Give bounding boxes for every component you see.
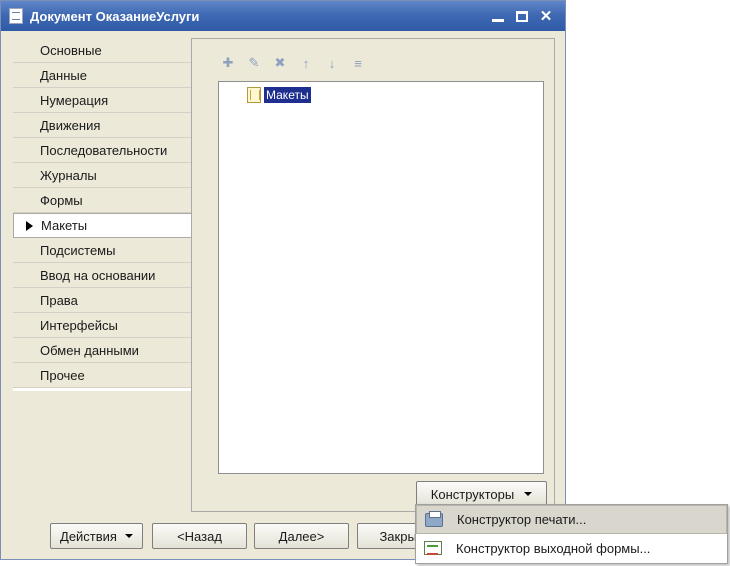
nav-item[interactable]: Данные: [13, 63, 193, 88]
back-button[interactable]: <Назад: [152, 523, 247, 549]
nav-item-label: Данные: [40, 67, 87, 83]
current-item-arrow-icon: [26, 221, 33, 231]
delete-icon: ✖: [274, 55, 286, 70]
nav-item[interactable]: Нумерация: [13, 88, 193, 113]
document-window: Документ ОказаниеУслуги ✕ Основные Данные…: [0, 0, 566, 560]
nav-item[interactable]: Прочее: [13, 363, 193, 388]
chevron-down-icon: [524, 492, 533, 496]
window-body: Основные Данные Нумерация Движения Последова…: [4, 31, 562, 556]
menu-item[interactable]: Конструктор выходной формы...: [416, 534, 727, 563]
minimize-button[interactable]: [487, 5, 509, 27]
window-title: Документ ОказаниеУслуги: [30, 8, 200, 24]
edit-button[interactable]: ✎: [244, 53, 264, 73]
chevron-down-icon: [124, 534, 133, 538]
edit-icon: ✎: [248, 55, 260, 70]
menu-item-label: Конструктор печати...: [457, 512, 587, 527]
content-panel: ✚ ✎ ✖ ↑ ↓ ≡ Макеты Конструкторы: [191, 38, 555, 512]
nav-item-label: Движения: [40, 117, 101, 133]
document-icon: [9, 8, 23, 24]
constructors-label: Конструкторы: [430, 486, 515, 502]
nav-item-label: Макеты: [41, 218, 88, 233]
move-down-icon: ↓: [328, 55, 336, 71]
back-label: <Назад: [177, 528, 222, 544]
nav-item-label: Обмен данными: [40, 342, 139, 358]
nav-item[interactable]: Журналы: [13, 163, 193, 188]
nav-item[interactable]: Ввод на основании: [13, 263, 193, 288]
nav-item[interactable]: Права: [13, 288, 193, 313]
close-window-button[interactable]: ✕: [535, 5, 557, 27]
nav-item[interactable]: Обмен данными: [13, 338, 193, 363]
maximize-button[interactable]: [511, 5, 533, 27]
move-down-button[interactable]: ↓: [322, 53, 342, 73]
nav-item-label: Прочее: [40, 367, 85, 383]
next-button[interactable]: Далее>: [254, 523, 349, 549]
close-icon: ✕: [539, 8, 553, 25]
print-designer-icon: [425, 511, 443, 527]
add-button[interactable]: ✚: [218, 53, 238, 73]
nav-item[interactable]: Основные: [13, 38, 193, 63]
nav-item-label: Формы: [40, 192, 83, 208]
nav-item-label: Интерфейсы: [40, 317, 118, 333]
nav-item[interactable]: Формы: [13, 188, 193, 213]
minimize-icon: [492, 18, 504, 22]
nav-item[interactable]: Движения: [13, 113, 193, 138]
maximize-icon: [516, 10, 528, 22]
next-label: Далее>: [278, 528, 325, 544]
actions-label: Действия: [60, 528, 117, 544]
move-up-button[interactable]: ↑: [296, 53, 316, 73]
sort-icon: ≡: [354, 55, 362, 71]
templates-folder-icon: [247, 87, 261, 103]
section-nav: Основные Данные Нумерация Движения Последова…: [13, 38, 195, 391]
tree-toolbar: ✚ ✎ ✖ ↑ ↓ ≡: [218, 53, 368, 77]
menu-item-label: Конструктор выходной формы...: [456, 541, 651, 556]
nav-item[interactable]: Макеты: [13, 213, 195, 238]
nav-item[interactable]: Последовательности: [13, 138, 193, 163]
menu-item[interactable]: Конструктор печати...: [416, 505, 727, 534]
move-up-icon: ↑: [302, 55, 310, 71]
nav-item-label: Журналы: [40, 167, 97, 183]
constructors-menu: Конструктор печати... Конструктор выходно…: [415, 504, 728, 564]
nav-item-label: Последовательности: [40, 142, 168, 158]
nav-item-label: Права: [40, 292, 78, 308]
templates-tree[interactable]: Макеты: [218, 81, 544, 474]
nav-item-label: Основные: [40, 42, 102, 58]
window-titlebar[interactable]: Документ ОказаниеУслуги ✕: [1, 1, 565, 31]
add-icon: ✚: [222, 55, 234, 70]
nav-item-label: Нумерация: [40, 92, 109, 108]
output-form-designer-icon: [424, 541, 442, 555]
nav-item[interactable]: Интерфейсы: [13, 313, 193, 338]
tree-node-label: Макеты: [264, 87, 311, 103]
nav-item-label: Ввод на основании: [40, 267, 156, 283]
nav-item-label: Подсистемы: [40, 242, 116, 258]
sort-button[interactable]: ≡: [348, 53, 368, 73]
delete-button[interactable]: ✖: [270, 53, 290, 73]
nav-item[interactable]: Подсистемы: [13, 238, 193, 263]
actions-button[interactable]: Действия: [50, 523, 143, 549]
tree-node-root[interactable]: Макеты: [247, 87, 311, 103]
